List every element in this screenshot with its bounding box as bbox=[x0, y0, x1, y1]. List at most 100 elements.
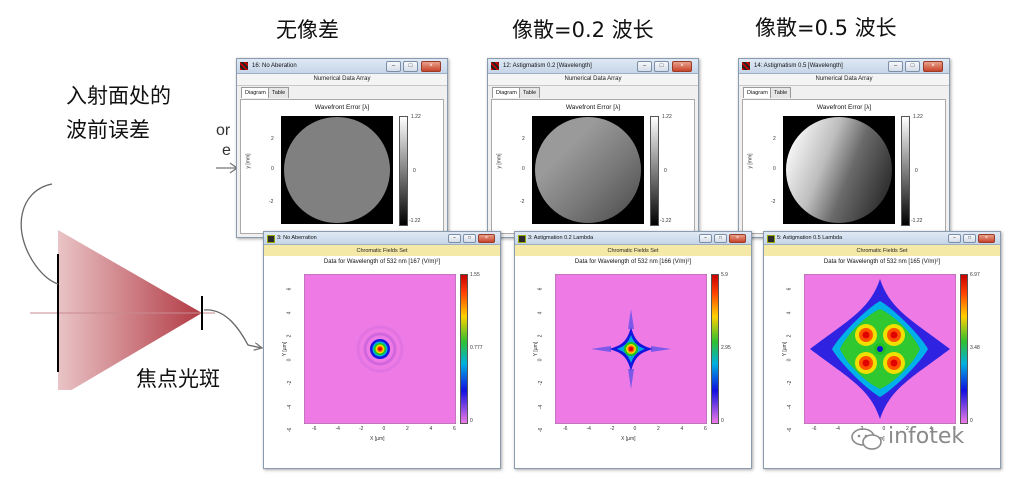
y-tick: 0 bbox=[786, 358, 793, 361]
y-tick: 6 bbox=[286, 287, 293, 291]
app-icon bbox=[491, 62, 499, 70]
close-button[interactable]: × bbox=[478, 234, 495, 243]
window-title: 3: No Aberration bbox=[277, 235, 317, 241]
spot-map bbox=[555, 274, 707, 424]
window-title: 16: No Aberation bbox=[252, 63, 297, 69]
wechat-icon bbox=[851, 428, 882, 450]
window-title: 3: Astigmation 0.2 Lambda bbox=[528, 235, 594, 241]
y-axis-label: y [mm] bbox=[496, 153, 503, 169]
colorbar bbox=[650, 116, 659, 226]
maximize-button[interactable]: □ bbox=[963, 234, 976, 243]
y-axis-label: y [mm] bbox=[245, 153, 252, 169]
plot-title: Wavefront Error [λ] bbox=[314, 104, 370, 111]
wavefront-window-3[interactable]: 14: Astigmatism 0.5 [Wavelength] – □ × Numer… bbox=[738, 58, 950, 238]
maximize-button[interactable]: □ bbox=[714, 234, 727, 243]
x-tick: 0 bbox=[633, 426, 637, 432]
colorbar bbox=[399, 116, 408, 226]
pupil-disk bbox=[786, 117, 892, 223]
maximize-button[interactable]: □ bbox=[654, 61, 669, 72]
maximize-button[interactable]: □ bbox=[905, 61, 920, 72]
y-tick: -2 bbox=[787, 380, 794, 386]
y-tick: -6 bbox=[287, 427, 294, 433]
colorbar-mid: 0 bbox=[915, 168, 918, 174]
maximize-button[interactable]: □ bbox=[403, 61, 418, 72]
wavefront-map bbox=[532, 116, 644, 224]
app-icon bbox=[267, 235, 275, 243]
spot-panel: Data for Wavelength of 532 nm [166 (V/m)… bbox=[515, 256, 751, 468]
minimize-button[interactable]: – bbox=[948, 234, 961, 243]
y-tick: -2 bbox=[771, 199, 776, 205]
x-tick: -6 bbox=[563, 426, 568, 432]
tab-diagram[interactable]: Diagram bbox=[241, 87, 270, 98]
x-tick: 4 bbox=[429, 426, 433, 432]
colorbar-max: 1.55 bbox=[470, 272, 480, 278]
minimize-button[interactable]: – bbox=[386, 61, 401, 72]
y-tick: 2 bbox=[522, 136, 525, 142]
window-title: 12: Astigmatism 0.2 [Wavelength] bbox=[503, 63, 592, 69]
spot-window-2[interactable]: 3: Astigmation 0.2 Lambda – □ × Chromatic Fi… bbox=[514, 231, 752, 469]
close-button[interactable]: × bbox=[421, 61, 441, 72]
y-tick: 2 bbox=[537, 334, 544, 338]
x-tick: -6 bbox=[812, 426, 817, 432]
tab-table[interactable]: Table bbox=[770, 87, 792, 98]
minimize-button[interactable]: – bbox=[448, 234, 461, 243]
tab-table[interactable]: Table bbox=[519, 87, 541, 98]
focus-leader-arrow bbox=[203, 309, 262, 348]
colorbar-min: -1.22 bbox=[409, 218, 421, 224]
colorbar bbox=[711, 274, 719, 424]
colorbar-min: 0 bbox=[721, 418, 724, 424]
tab-table[interactable]: Table bbox=[268, 87, 290, 98]
window-title-bar[interactable]: 12: Astigmatism 0.2 [Wavelength] – □ × bbox=[488, 59, 698, 74]
converging-beam bbox=[58, 230, 202, 390]
window-title-bar[interactable]: 14: Astigmatism 0.5 [Wavelength] – □ × bbox=[739, 59, 949, 74]
spot-map bbox=[304, 274, 456, 424]
x-tick: 4 bbox=[680, 426, 684, 432]
app-icon bbox=[767, 235, 775, 243]
colorbar-mid: 0 bbox=[664, 168, 667, 174]
x-axis-label: X [µm] bbox=[370, 436, 385, 442]
app-icon bbox=[518, 235, 526, 243]
y-tick: 0 bbox=[286, 358, 293, 361]
window-title-bar[interactable]: 5: Astigmation 0.5 Lambda – □ × bbox=[764, 232, 1000, 245]
window-title-bar[interactable]: 16: No Aberation – □ × bbox=[237, 59, 447, 74]
hidden-text-fragment-2: e bbox=[222, 142, 231, 159]
tab-diagram[interactable]: Diagram bbox=[492, 87, 521, 98]
colorbar-min: 0 bbox=[470, 418, 473, 424]
colorbar-mid: 0.777 bbox=[470, 345, 483, 351]
x-tick: -2 bbox=[359, 426, 364, 432]
colorbar-min: -1.22 bbox=[911, 218, 923, 224]
colorbar-mid: 3.48 bbox=[970, 345, 980, 351]
window-title-bar[interactable]: 3: Astigmation 0.2 Lambda – □ × bbox=[515, 232, 751, 245]
window-title-bar[interactable]: 3: No Aberration – □ × bbox=[264, 232, 500, 245]
x-tick: 0 bbox=[382, 426, 386, 432]
y-tick: 4 bbox=[286, 311, 293, 314]
y-axis-label: Y [µm] bbox=[533, 341, 540, 357]
window-subtitle: Numerical Data Array bbox=[237, 74, 447, 86]
y-tick: 2 bbox=[773, 136, 776, 142]
y-tick: 0 bbox=[522, 166, 525, 172]
maximize-button[interactable]: □ bbox=[463, 234, 476, 243]
y-tick: 2 bbox=[786, 334, 793, 338]
colorbar-max: 6.97 bbox=[970, 272, 980, 278]
tab-diagram[interactable]: Diagram bbox=[743, 87, 772, 98]
tab-strip: Diagram Table bbox=[739, 86, 949, 98]
spot-window-1[interactable]: 3: No Aberration – □ × Chromatic Fields Set D… bbox=[263, 231, 501, 469]
close-button[interactable]: × bbox=[923, 61, 943, 72]
close-button[interactable]: × bbox=[672, 61, 692, 72]
wavefront-window-1[interactable]: 16: No Aberation – □ × Numerical Data Array D… bbox=[236, 58, 448, 238]
tab-strip: Diagram Table bbox=[237, 86, 447, 98]
spot-map bbox=[804, 274, 956, 424]
close-button[interactable]: × bbox=[978, 234, 995, 243]
diagram-panel: Wavefront Error [λ] y [mm] 2 0 -2 1.22 0 -1.22 bbox=[491, 99, 695, 234]
minimize-button[interactable]: – bbox=[888, 61, 903, 72]
x-tick: -6 bbox=[312, 426, 317, 432]
plot-title: Wavefront Error [λ] bbox=[816, 104, 872, 111]
x-tick: -2 bbox=[610, 426, 615, 432]
wavefront-window-2[interactable]: 12: Astigmatism 0.2 [Wavelength] – □ × Numer… bbox=[487, 58, 699, 238]
minimize-button[interactable]: – bbox=[699, 234, 712, 243]
x-axis-label: X [µm] bbox=[621, 436, 636, 442]
y-tick: 0 bbox=[271, 166, 274, 172]
close-button[interactable]: × bbox=[729, 234, 746, 243]
y-tick: 0 bbox=[537, 358, 544, 361]
minimize-button[interactable]: – bbox=[637, 61, 652, 72]
